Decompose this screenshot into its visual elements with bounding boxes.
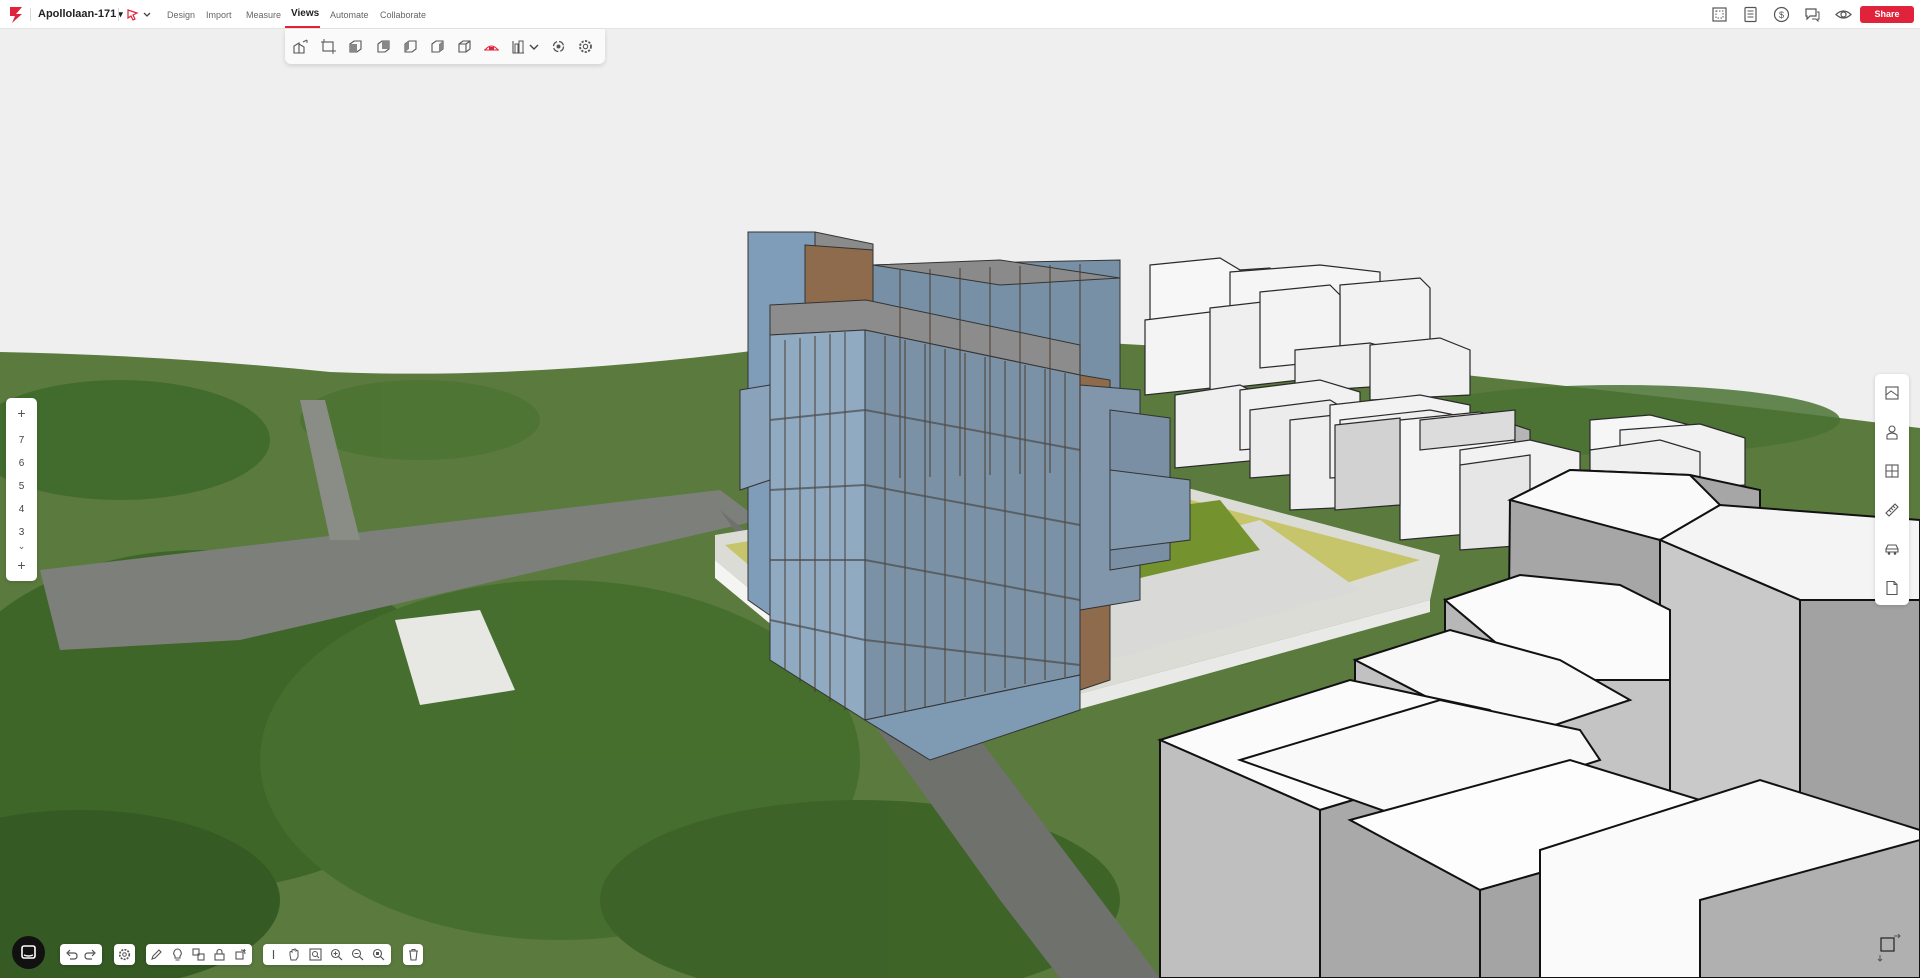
floor-level-6[interactable]: 6 [6,458,37,469]
isometric-view-icon[interactable] [456,38,473,55]
car-icon[interactable] [1884,541,1900,557]
tab-import[interactable]: Import [206,10,232,20]
undo-icon[interactable] [64,947,79,962]
3d-viewport[interactable] [0,29,1920,978]
zoom-out-icon[interactable] [350,947,365,962]
section-view-icon[interactable] [483,38,500,55]
chat-support-button[interactable] [12,936,45,969]
right-view-icon[interactable] [429,38,446,55]
tab-design[interactable]: Design [167,10,195,20]
front-view-icon[interactable] [347,38,364,55]
tab-views[interactable]: Views [291,8,319,19]
shape-tool-icon[interactable] [191,947,206,962]
rotate-tool-icon[interactable] [233,947,248,962]
grid-icon[interactable] [1884,463,1900,479]
minimap-toggle-icon[interactable] [1876,934,1902,964]
redo-icon[interactable] [83,947,98,962]
layout-view-icon[interactable] [510,38,527,55]
orbit-icon[interactable] [550,38,567,55]
right-tool-panel [1875,374,1909,605]
zoom-region-icon[interactable] [308,947,323,962]
chevron-down-icon[interactable] [528,38,540,55]
left-view-icon[interactable] [402,38,419,55]
tab-collaborate[interactable]: Collaborate [380,10,426,20]
scroll-floors-down-icon[interactable]: ⌄ [6,541,37,552]
floor-level-panel: + 7 6 5 4 3 ⌄ + [6,398,37,581]
eye-icon[interactable] [1835,6,1852,23]
back-view-icon[interactable] [375,38,392,55]
selection-mode-dropdown[interactable] [126,7,158,23]
project-name: Apollolaan-171 [38,8,117,20]
top-bar: Apollolaan-171 ▾ Design Import Measure Vi… [0,0,1920,29]
views-toolbar [285,29,605,64]
active-tab-indicator [285,26,320,28]
add-floor-top-button[interactable]: + [6,406,37,420]
view-settings-icon[interactable] [577,38,594,55]
report-icon[interactable] [1742,6,1759,23]
divider [30,8,31,21]
project-selector[interactable]: Apollolaan-171 ▾ [38,8,123,20]
tab-automate[interactable]: Automate [330,10,369,20]
floor-level-7[interactable]: 7 [6,435,37,446]
zoom-in-icon[interactable] [329,947,344,962]
floor-level-4[interactable]: 4 [6,504,37,515]
cursor-icon[interactable] [266,947,281,962]
history-toolbar [60,944,102,965]
perspective-view-icon[interactable] [292,38,309,55]
pan-hand-icon[interactable] [287,947,302,962]
floor-level-5[interactable]: 5 [6,481,37,492]
select-cursor-icon [127,9,151,21]
top-view-icon[interactable] [320,38,337,55]
zoom-fit-icon[interactable] [371,947,386,962]
settings-toolbar [114,944,135,965]
pencil-icon[interactable] [149,947,164,962]
layers-icon[interactable] [1884,385,1900,401]
settings-icon[interactable] [117,947,132,962]
divider [118,8,119,21]
ruler-icon[interactable] [1884,502,1900,518]
cost-dollar-icon[interactable]: $ [1773,6,1790,23]
add-floor-bottom-button[interactable]: + [6,558,37,572]
tab-measure[interactable]: Measure [246,10,281,20]
trash-icon[interactable] [406,947,421,962]
navigation-toolbar [263,944,391,965]
draw-toolbar [146,944,252,965]
app-logo-icon[interactable] [8,6,24,24]
comments-icon[interactable] [1804,6,1821,23]
floor-level-3[interactable]: 3 [6,527,37,538]
chat-icon [21,945,36,959]
svg-text:$: $ [1779,10,1784,20]
share-button[interactable]: Share [1860,6,1914,23]
lock-icon[interactable] [212,947,227,962]
floorplan-icon[interactable] [1711,6,1728,23]
delete-toolbar [403,944,423,965]
user-icon[interactable] [1884,424,1900,440]
lightbulb-icon[interactable] [170,947,185,962]
document-icon[interactable] [1884,580,1900,596]
